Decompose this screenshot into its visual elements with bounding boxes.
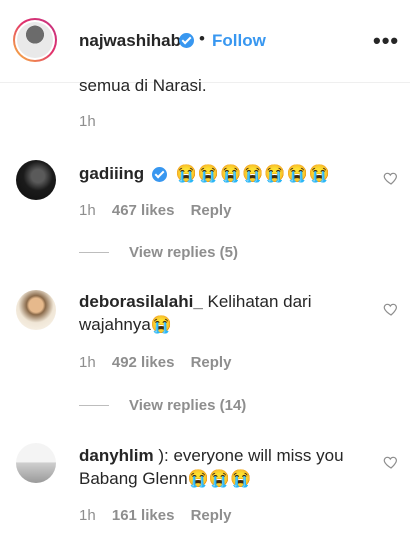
comment-time: 1h [79, 113, 96, 130]
comment-meta: 1h 467 likes Reply [79, 202, 231, 219]
like-heart-icon[interactable] [383, 454, 399, 470]
reply-button[interactable]: Reply [191, 354, 232, 371]
author-avatar[interactable] [13, 18, 57, 62]
like-count[interactable]: 467 likes [112, 202, 175, 219]
reply-button[interactable]: Reply [191, 202, 232, 219]
like-count[interactable]: 161 likes [112, 507, 175, 524]
post-header: najwashihab • Follow ••• [0, 0, 410, 83]
commenter-avatar[interactable] [16, 160, 56, 200]
clipped-comment-text: semua di Narasi. [79, 76, 207, 95]
comment-time: 1h [79, 354, 96, 371]
commenter-avatar[interactable] [16, 443, 56, 483]
view-replies-divider [79, 252, 109, 253]
comment-time: 1h [79, 507, 96, 524]
commenter-avatar[interactable] [16, 290, 56, 330]
commenter-username[interactable]: deborasilalahi_ [79, 292, 203, 311]
more-options-icon[interactable]: ••• [373, 28, 399, 54]
like-count[interactable]: 492 likes [112, 354, 175, 371]
commenter-username[interactable]: gadiiing [79, 164, 144, 183]
separator-dot: • [199, 29, 205, 48]
comment-text: 😭😭😭😭😭😭😭 [175, 164, 331, 183]
comment-body: deborasilalahi_ Kelihatan dari wajahnya😭 [79, 290, 369, 336]
reply-button[interactable]: Reply [191, 507, 232, 524]
like-heart-icon[interactable] [383, 170, 399, 186]
view-replies-button[interactable]: View replies (14) [129, 397, 246, 414]
like-heart-icon[interactable] [383, 301, 399, 317]
author-username[interactable]: najwashihab [79, 31, 181, 51]
commenter-username[interactable]: danyhlim [79, 446, 154, 465]
verified-badge-icon [151, 167, 167, 183]
follow-button[interactable]: Follow [212, 31, 266, 51]
verified-badge-icon [179, 33, 194, 48]
view-replies-button[interactable]: View replies (5) [129, 244, 238, 261]
comment-meta: 1h 492 likes Reply [79, 354, 231, 371]
view-replies-divider [79, 405, 109, 406]
comment-body: gadiiing 😭😭😭😭😭😭😭 [79, 162, 369, 185]
comment-meta: 1h 161 likes Reply [79, 507, 231, 524]
comment-time: 1h [79, 202, 96, 219]
comment-body: danyhlim ): everyone will miss you Baban… [79, 444, 369, 490]
